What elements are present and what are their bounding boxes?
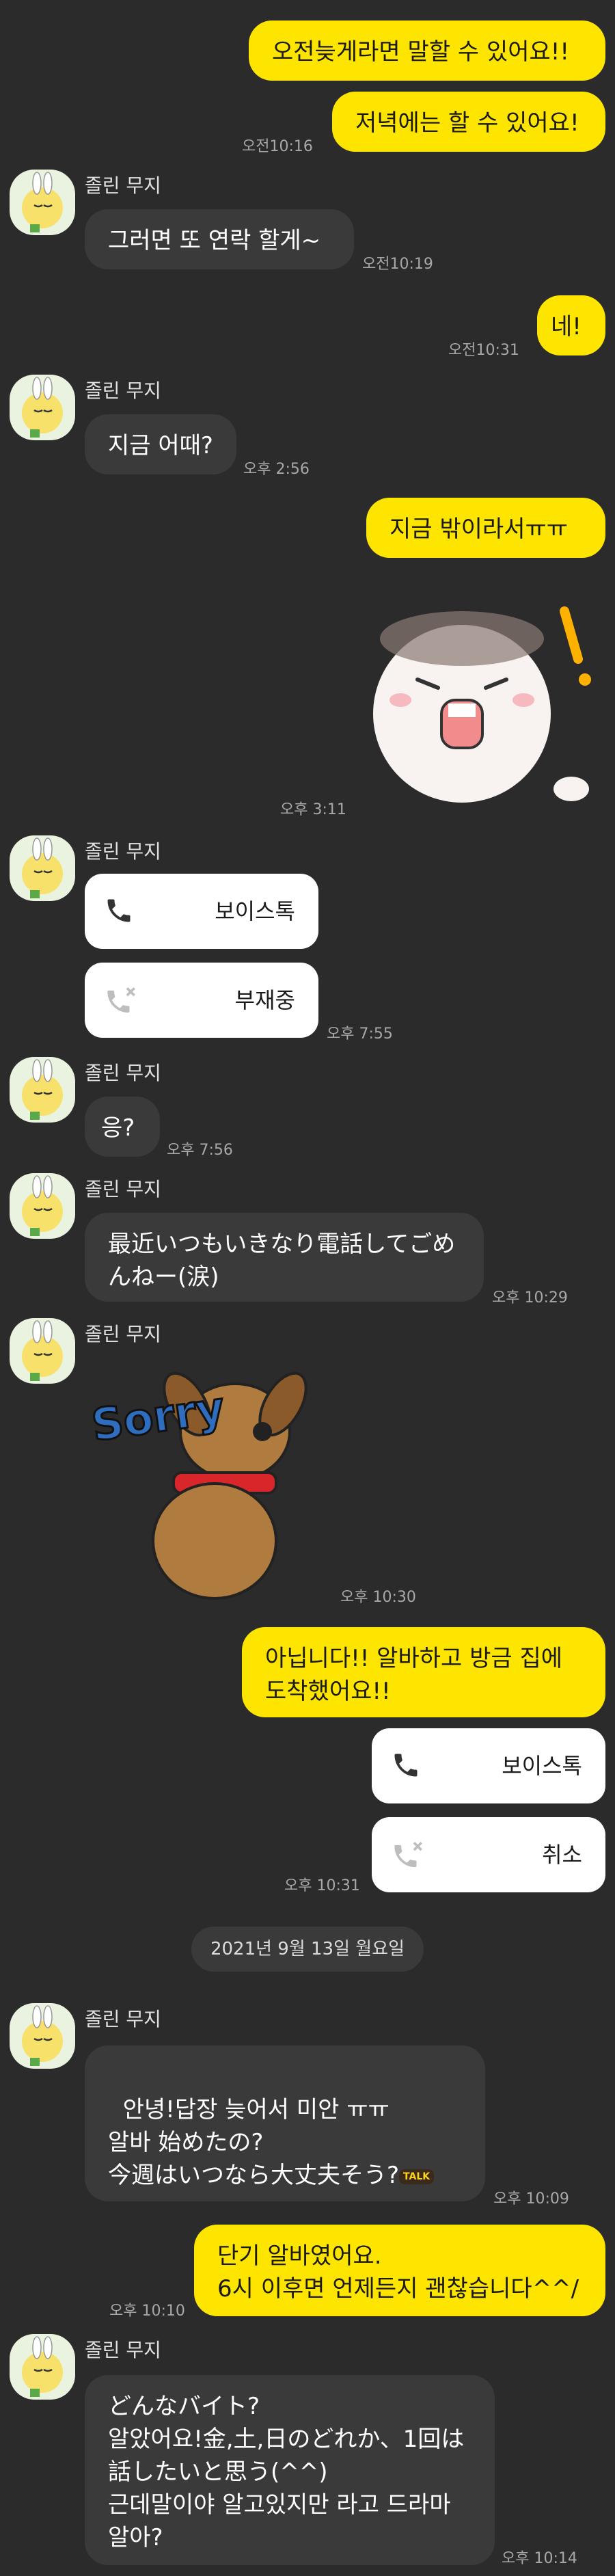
message-time: 오전10:19	[362, 256, 433, 273]
talk-badge: TALK	[399, 2169, 435, 2184]
call-label: 취소	[542, 1842, 582, 1868]
voice-call-card[interactable]: 보이스톡	[85, 874, 318, 949]
my-message-bubble[interactable]: 저녁에는 할 수 있어요!	[332, 92, 605, 152]
call-label: 부재중	[234, 987, 295, 1013]
message-time: 오후 3:11	[280, 801, 346, 818]
message-time: 오후 2:56	[243, 461, 310, 478]
message-time: 오후 10:14	[502, 2550, 577, 2567]
muzi-avatar-icon	[22, 172, 63, 232]
message-time: 오후 10:29	[492, 1289, 568, 1306]
their-message-bubble[interactable]: 안녕!답장 늦어서 미안 ㅠㅠ 알바 始めたの? 今週はいつなら大丈夫そう? TA…	[85, 2045, 485, 2201]
message-time: 오후 10:10	[109, 2303, 185, 2320]
angry-hamster-sticker[interactable]	[359, 598, 599, 816]
their-message-bubble[interactable]: どんなバイト? 알았어요!金,土,日のどれか、1回は話したいと思う(^^) 근데…	[85, 2375, 495, 2565]
contact-name: 졸린 무지	[85, 379, 161, 402]
their-message-bubble[interactable]: 最近いつもいきなり電話してごめんねー(涙)	[85, 1213, 484, 1302]
muzi-avatar-icon	[22, 377, 63, 438]
date-divider: 2021년 9월 13일 월요일	[191, 1927, 424, 1972]
muzi-avatar-icon	[22, 1320, 63, 1381]
message-time: 오전10:16	[242, 138, 313, 155]
my-message-bubble[interactable]: 네!	[537, 295, 605, 355]
their-message-bubble[interactable]: 그러면 또 연락 할게~	[85, 209, 354, 269]
contact-name: 졸린 무지	[85, 2008, 161, 2030]
contact-avatar[interactable]	[10, 1173, 75, 1239]
muzi-avatar-icon	[22, 2005, 63, 2066]
contact-avatar[interactable]	[10, 375, 75, 440]
cancelled-call-icon	[394, 1842, 422, 1868]
message-time: 오전10:31	[448, 342, 519, 359]
contact-avatar[interactable]	[10, 1057, 75, 1123]
contact-avatar[interactable]	[10, 2003, 75, 2069]
phone-icon	[394, 1754, 418, 1777]
contact-name: 졸린 무지	[85, 1178, 161, 1200]
message-time: 오후 10:31	[284, 1877, 360, 1894]
my-message-bubble[interactable]: 단기 알바였어요. 6시 이후면 언제든지 괜찮습니다^^/	[194, 2225, 605, 2316]
contact-avatar[interactable]	[10, 2334, 75, 2400]
their-message-bubble[interactable]: 지금 어때?	[85, 414, 236, 474]
call-label: 보이스톡	[215, 898, 295, 924]
voice-call-card[interactable]: 보이스톡	[372, 1728, 605, 1803]
contact-name: 졸린 무지	[85, 174, 161, 197]
their-message-bubble[interactable]: 응?	[85, 1097, 160, 1157]
call-label: 보이스톡	[502, 1753, 582, 1779]
missed-call-icon	[107, 987, 135, 1013]
message-text: 안녕!답장 늦어서 미안 ㅠㅠ 알바 始めたの? 今週はいつなら大丈夫そう?	[108, 2096, 400, 2189]
phone-icon	[107, 899, 131, 922]
message-time: 오후 7:56	[167, 1142, 233, 1159]
missed-call-card[interactable]: 부재중	[85, 963, 318, 1038]
hamster-sticker-icon	[373, 606, 591, 803]
my-message-bubble[interactable]: 아닙니다!! 알바하고 방금 집에 도착했어요!!	[242, 1627, 605, 1717]
contact-avatar[interactable]	[10, 835, 75, 901]
message-time: 오후 7:55	[327, 1025, 393, 1043]
contact-avatar[interactable]	[10, 170, 75, 235]
sorry-dog-sticker[interactable]: Sorry	[85, 1356, 338, 1602]
contact-name: 졸린 무지	[85, 1323, 161, 1345]
cancelled-call-card[interactable]: 취소	[372, 1817, 605, 1892]
muzi-avatar-icon	[22, 837, 63, 898]
my-message-bubble[interactable]: 지금 밖이라서ㅠㅠ	[366, 498, 605, 558]
contact-name: 졸린 무지	[85, 2339, 161, 2361]
message-time: 오후 10:30	[340, 1589, 416, 1606]
muzi-avatar-icon	[22, 1175, 63, 1236]
contact-avatar[interactable]	[10, 1318, 75, 1384]
contact-name: 졸린 무지	[85, 840, 161, 863]
message-time: 오후 10:09	[493, 2190, 569, 2208]
muzi-avatar-icon	[22, 1059, 63, 1120]
my-message-bubble[interactable]: 오전늦게라면 말할 수 있어요!!	[249, 21, 605, 81]
muzi-avatar-icon	[22, 2336, 63, 2397]
contact-name: 졸린 무지	[85, 1062, 161, 1084]
